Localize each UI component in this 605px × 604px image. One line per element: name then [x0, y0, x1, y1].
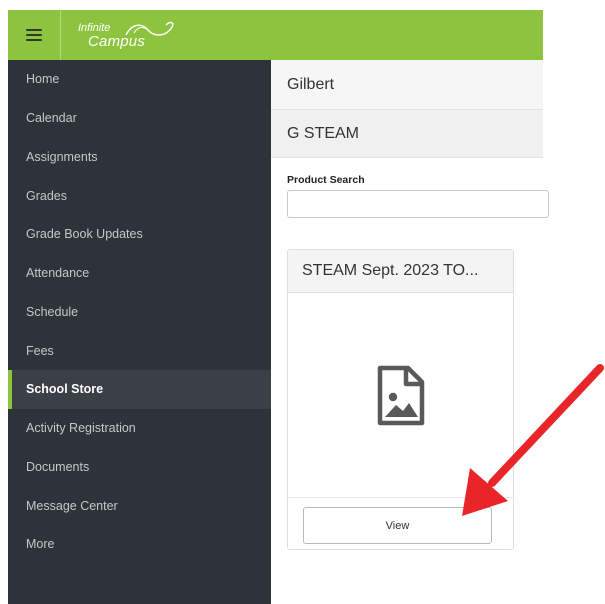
top-bar: Infinite Campus [8, 10, 543, 60]
sidebar-item-attendance[interactable]: Attendance [8, 254, 271, 293]
sidebar-item-grade-book-updates[interactable]: Grade Book Updates [8, 215, 271, 254]
sidebar-item-activity-registration[interactable]: Activity Registration [8, 409, 271, 448]
sidebar-item-more[interactable]: More [8, 525, 271, 564]
product-card-footer: View [288, 497, 513, 549]
main-content: Gilbert G STEAM Product Search STEAM Sep… [271, 60, 549, 604]
store-name-header: G STEAM [271, 110, 543, 158]
sidebar-item-fees[interactable]: Fees [8, 331, 271, 370]
topbar-divider [60, 10, 61, 60]
infinite-campus-logo[interactable]: Infinite Campus [78, 19, 178, 51]
product-search-input[interactable] [287, 190, 549, 218]
product-card-title: STEAM Sept. 2023 TO... [288, 250, 513, 293]
product-card-image [288, 294, 513, 497]
school-name: Gilbert [271, 60, 543, 110]
sidebar-item-home[interactable]: Home [8, 60, 271, 99]
image-placeholder-icon [377, 365, 424, 425]
logo-swoosh-icon [125, 21, 174, 36]
sidebar-item-grades[interactable]: Grades [8, 176, 271, 215]
app-window: Infinite Campus Home Calendar Assignment… [8, 10, 549, 604]
sidebar-item-school-store[interactable]: School Store [8, 370, 271, 409]
sidebar-item-calendar[interactable]: Calendar [8, 99, 271, 138]
sidebar-item-schedule[interactable]: Schedule [8, 293, 271, 332]
sidebar-item-assignments[interactable]: Assignments [8, 138, 271, 177]
sidebar-item-documents[interactable]: Documents [8, 448, 271, 487]
menu-toggle-button[interactable] [8, 10, 60, 60]
product-search-label: Product Search [287, 174, 365, 186]
sidebar-item-message-center[interactable]: Message Center [8, 486, 271, 525]
hamburger-icon [26, 29, 42, 41]
sidebar-nav: Home Calendar Assignments Grades Grade B… [8, 60, 271, 604]
view-product-button[interactable]: View [303, 507, 492, 544]
product-card: STEAM Sept. 2023 TO... View [287, 249, 514, 550]
